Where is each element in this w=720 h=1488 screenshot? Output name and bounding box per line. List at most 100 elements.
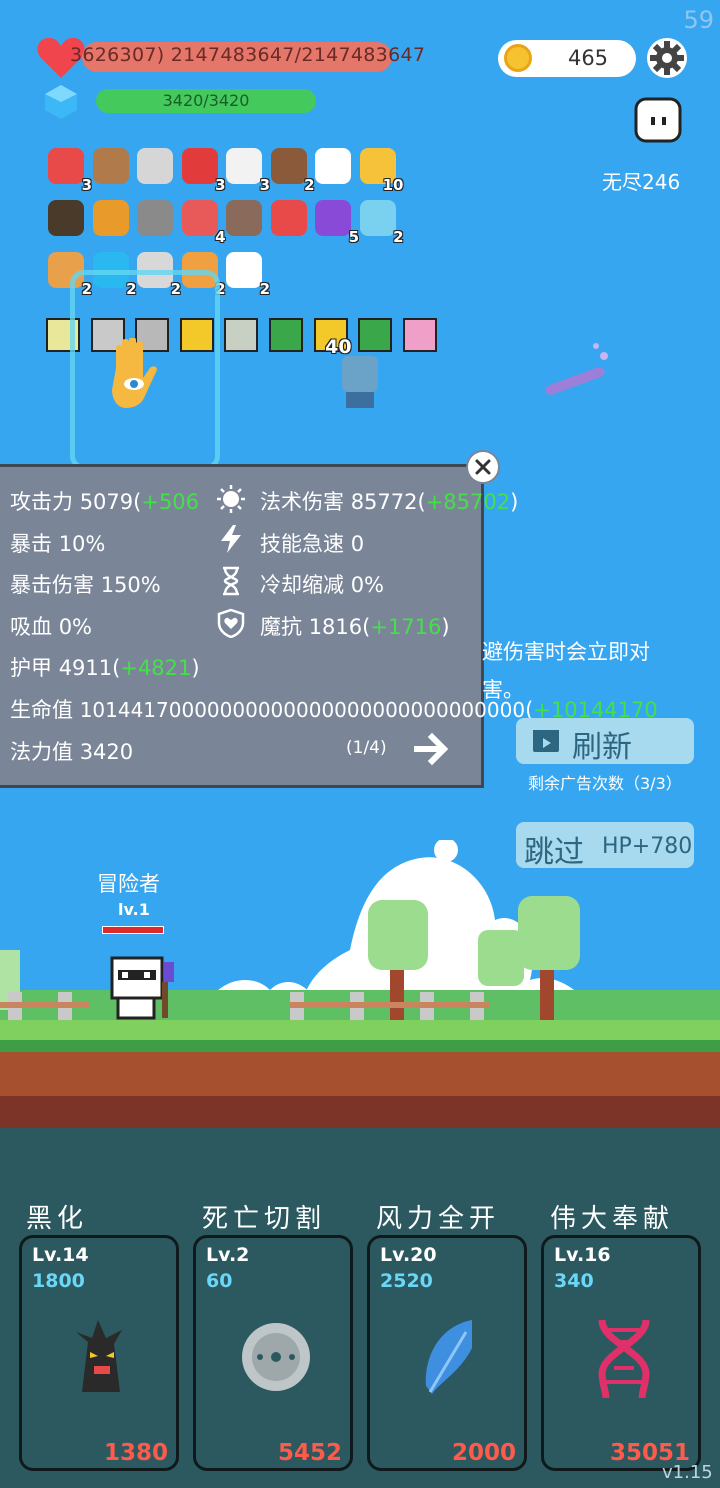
next-page-arrow-icon[interactable] bbox=[414, 732, 450, 766]
mr-value: 1816 bbox=[308, 615, 363, 639]
player-hp-fill bbox=[103, 927, 163, 933]
helmet-icon bbox=[137, 200, 173, 236]
inventory-item[interactable] bbox=[313, 146, 353, 186]
tree-crown-3 bbox=[478, 930, 524, 986]
tree-crown bbox=[368, 900, 428, 970]
mp-text: 3420/3420 bbox=[162, 91, 250, 110]
inventory-item[interactable]: 4 bbox=[180, 198, 226, 246]
lifesteal-value: 0% bbox=[58, 615, 93, 639]
skill-value: 5452 bbox=[277, 1440, 342, 1466]
inventory-item[interactable]: 10 bbox=[358, 146, 404, 194]
crit-label: 暴击 bbox=[10, 532, 52, 556]
armor-bonus: +4821 bbox=[120, 656, 192, 680]
inventory-item[interactable] bbox=[269, 198, 309, 238]
badge-icon bbox=[270, 200, 307, 236]
crit-stat: 暴击 10% bbox=[10, 528, 105, 558]
hourglass-icon bbox=[223, 566, 239, 596]
knight-player-icon[interactable] bbox=[104, 952, 180, 1022]
skill-cost: 2520 bbox=[380, 1270, 433, 1292]
player-hp-bar bbox=[102, 926, 164, 934]
hammer-relic-icon[interactable] bbox=[224, 318, 259, 352]
crosshair-icon bbox=[315, 148, 351, 184]
cauldron-icon bbox=[48, 200, 84, 236]
coin-value: 465 bbox=[567, 46, 609, 70]
mana-value: 3420 bbox=[79, 740, 134, 764]
version-label: v1.15 bbox=[662, 1462, 713, 1483]
pill-icon bbox=[181, 200, 218, 236]
item-count: 2 bbox=[393, 228, 404, 246]
mr-label: 魔抗 bbox=[260, 615, 302, 639]
tree-crown-2 bbox=[518, 896, 580, 970]
skill-name: 风力全开 bbox=[376, 1204, 501, 1234]
glove-icon bbox=[342, 356, 378, 408]
rune-relic-icon[interactable] bbox=[358, 318, 393, 352]
inventory-item[interactable] bbox=[91, 146, 131, 186]
sword-icon bbox=[137, 148, 173, 184]
skill-card[interactable]: Lv.14 1800 1380 bbox=[19, 1235, 179, 1471]
gear-icon[interactable] bbox=[646, 37, 688, 79]
magic-resist-stat: 魔抗 1816(+1716) bbox=[260, 615, 450, 639]
skill-cost: 60 bbox=[206, 1270, 233, 1292]
coin-icon bbox=[504, 44, 532, 72]
inventory-item[interactable] bbox=[224, 198, 264, 238]
spell-damage-stat: 法术伤害 85772(+85702) bbox=[260, 490, 519, 514]
haste-value: 0 bbox=[350, 532, 365, 556]
close-button[interactable] bbox=[466, 450, 500, 484]
skill-value: 1380 bbox=[103, 1440, 168, 1466]
magic-shield-icon bbox=[217, 608, 245, 638]
skill-name: 伟大奉献 bbox=[550, 1204, 675, 1234]
poison-relic-icon[interactable] bbox=[269, 318, 303, 352]
skill-cost: 340 bbox=[554, 1270, 594, 1292]
inventory-item[interactable] bbox=[135, 198, 175, 238]
fps-counter: 59 bbox=[683, 6, 714, 34]
attack-bonus: +506 bbox=[141, 490, 200, 514]
skill-card[interactable]: Lv.2 60 5452 bbox=[193, 1235, 353, 1471]
inventory-item[interactable]: 3 bbox=[46, 146, 92, 194]
spell-value: 85772 bbox=[350, 490, 418, 514]
haste-label: 技能急速 bbox=[260, 532, 344, 556]
attack-value: 5079 bbox=[79, 490, 134, 514]
cdr-label: 冷却缩减 bbox=[260, 573, 344, 597]
inventory-item[interactable] bbox=[135, 146, 175, 186]
skill-card[interactable]: Lv.20 2520 2000 bbox=[367, 1235, 527, 1471]
armor-label: 护甲 bbox=[10, 656, 52, 680]
crystal-ball-icon bbox=[315, 200, 351, 236]
inventory-item[interactable]: 3 bbox=[180, 146, 226, 194]
coconut-icon bbox=[270, 148, 307, 184]
skill-name: 黑化 bbox=[26, 1204, 89, 1234]
skill-level: Lv.20 bbox=[380, 1244, 437, 1266]
video-ad-icon bbox=[533, 730, 559, 752]
attack-label: 攻击力 bbox=[10, 490, 73, 514]
inventory-item[interactable] bbox=[46, 198, 86, 238]
inventory-item[interactable]: 2 bbox=[224, 250, 270, 298]
armor-value: 4911 bbox=[58, 656, 113, 680]
star-relic-icon[interactable]: 40 bbox=[313, 318, 352, 358]
armor-stat: 护甲 4911(+4821) bbox=[10, 656, 200, 680]
lifesteal-stat: 吸血 0% bbox=[10, 611, 92, 641]
skill-value: 2000 bbox=[451, 1440, 516, 1466]
player-name: 冒险者 bbox=[97, 872, 160, 896]
inventory-item[interactable]: 5 bbox=[313, 198, 359, 246]
inventory-item[interactable]: 3 bbox=[224, 146, 270, 194]
inventory-item[interactable]: 2 bbox=[269, 146, 315, 194]
skill-level: Lv.2 bbox=[206, 1244, 250, 1266]
mana-label: 法力值 bbox=[10, 740, 73, 764]
mr-bonus: +1716 bbox=[370, 615, 442, 639]
demon-relic-icon[interactable] bbox=[402, 318, 437, 352]
endless-ghost-icon[interactable] bbox=[634, 97, 682, 143]
shield-icon bbox=[92, 148, 129, 184]
tombstone-icon bbox=[226, 200, 262, 236]
inventory-item[interactable] bbox=[91, 198, 131, 238]
haste-stat: 技能急速 0 bbox=[260, 528, 364, 558]
watermelon-icon bbox=[48, 148, 84, 184]
skill-level: Lv.16 bbox=[554, 1244, 611, 1266]
skill-card[interactable]: Lv.16 340 35051 bbox=[541, 1235, 701, 1471]
refresh-button[interactable]: 刷新 bbox=[516, 718, 694, 765]
ads-remaining: 剩余广告次数（3/3） bbox=[528, 774, 682, 793]
wand-icon bbox=[545, 343, 608, 395]
description-line-2: 害。 bbox=[482, 678, 524, 702]
grass-top bbox=[0, 1020, 720, 1040]
grass-edge bbox=[0, 1040, 720, 1052]
inventory-item[interactable]: 2 bbox=[358, 198, 404, 246]
dna-icon bbox=[598, 1319, 650, 1399]
